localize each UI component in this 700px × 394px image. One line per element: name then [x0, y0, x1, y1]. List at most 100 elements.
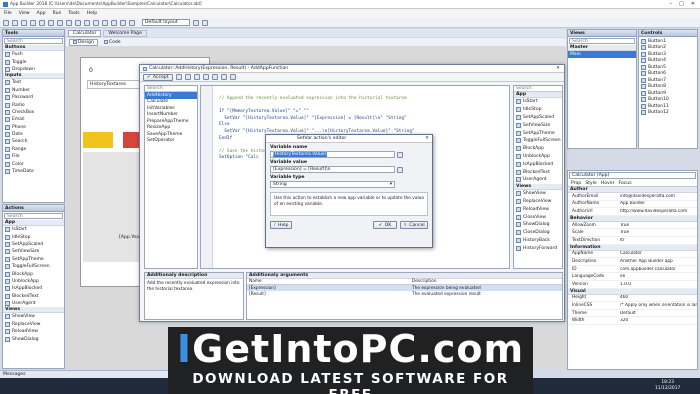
help-icon[interactable]: [102, 19, 108, 26]
editor-action-closedialog[interactable]: CloseDialog: [514, 229, 562, 237]
tool-password[interactable]: Password: [3, 94, 64, 101]
editor-comment-icon[interactable]: [229, 74, 236, 80]
prop-row-authorurl[interactable]: AuthorUrl http://www.davidesperalta.com: [568, 208, 697, 216]
editor-action-blockedtext[interactable]: BlockedText: [514, 168, 562, 176]
menu-run[interactable]: Run: [53, 11, 62, 16]
layout-combo[interactable]: Default layout: [142, 19, 190, 26]
prop-row-width[interactable]: Width 320: [568, 317, 697, 325]
grid-icon[interactable]: [193, 19, 199, 26]
editor-action-togglefullscreen[interactable]: ToggleFullScreen: [514, 137, 562, 145]
doc-tab-calculator[interactable]: Calculator: [68, 29, 102, 37]
design-tab[interactable]: Design: [69, 38, 98, 46]
prop-row-theme[interactable]: Theme Default: [568, 310, 697, 318]
properties-object-select[interactable]: Calculator (App): [569, 172, 696, 179]
editor-undo-icon[interactable]: [175, 74, 182, 80]
zoom-icon[interactable]: [202, 19, 208, 26]
menu-view[interactable]: View: [19, 11, 30, 16]
ok-button[interactable]: ✔ OK: [373, 221, 397, 229]
editor-action-unblockapp[interactable]: UnblockApp: [514, 153, 562, 161]
calc-button-yellow[interactable]: [83, 132, 113, 148]
tool-toggle[interactable]: Toggle: [3, 58, 64, 65]
action-replaceview[interactable]: ReplaceView: [3, 321, 64, 328]
tools-search-input[interactable]: Search: [4, 38, 63, 44]
editor-action-showview[interactable]: ShowView: [514, 190, 562, 198]
prop-row-id[interactable]: ID com.appbuilder.calculator: [568, 266, 697, 274]
var-value-input[interactable]: [Expression] = [Result]\n: [270, 166, 395, 173]
prop-tab-style[interactable]: Style: [585, 181, 597, 186]
action-showview[interactable]: ShowView: [3, 313, 64, 320]
action-togglefullscreen[interactable]: ToggleFullScreen: [3, 263, 64, 270]
tool-file[interactable]: File: [3, 153, 64, 160]
editor-action-reloadview[interactable]: ReloadView: [514, 205, 562, 213]
doc-tab-welcome[interactable]: Welcome Page: [103, 29, 147, 37]
action-setviewsize[interactable]: SetViewSize: [3, 248, 64, 255]
prop-row-height[interactable]: Height 460: [568, 295, 697, 303]
editor-action-showdialog[interactable]: ShowDialog: [514, 221, 562, 229]
close-icon[interactable]: ✕: [691, 1, 695, 7]
menu-file[interactable]: File: [4, 11, 12, 16]
editor-action-setappscaled[interactable]: SetAppScaled: [514, 114, 562, 122]
prop-row-description[interactable]: Description Another App Builder app: [568, 258, 697, 266]
editor-action-setviewsize[interactable]: SetViewSize: [514, 121, 562, 129]
tool-push[interactable]: Push: [3, 51, 64, 58]
actions-search-input[interactable]: Search: [4, 213, 63, 219]
prop-row-inlinecss[interactable]: InlineCSS /* Apply only when orientation …: [568, 302, 697, 310]
editor-action-idlestop[interactable]: IdleStop: [514, 106, 562, 114]
layout-icon[interactable]: [129, 19, 135, 26]
undo-icon[interactable]: [30, 19, 36, 26]
tool-range[interactable]: Range: [3, 146, 64, 153]
prop-tab-focus[interactable]: Focus: [618, 181, 631, 186]
tool-number[interactable]: Number: [3, 87, 64, 94]
var-value-picker-icon[interactable]: [397, 166, 403, 173]
prop-row-version[interactable]: Version 1.0.0: [568, 281, 697, 289]
menu-help[interactable]: Help: [87, 11, 97, 16]
tool-date[interactable]: Date: [3, 131, 64, 138]
function-setoperator[interactable]: SetOperator: [145, 138, 197, 145]
editor-action-isappblocked[interactable]: IsAppBlocked: [514, 160, 562, 168]
messages-bar[interactable]: Messages: [0, 370, 168, 378]
prop-tab-prop[interactable]: Prop: [571, 181, 581, 186]
view-icon[interactable]: [120, 19, 126, 26]
settings-icon[interactable]: [93, 19, 99, 26]
action-isstart[interactable]: IsStart: [3, 226, 64, 233]
control-button12[interactable]: Button12: [639, 110, 697, 117]
editor-action-useragent[interactable]: UserAgent: [514, 176, 562, 184]
prop-row-appname[interactable]: AppName Calculator: [568, 251, 697, 259]
dialog-close-icon[interactable]: ✕: [425, 136, 432, 141]
var-name-input[interactable]: [HistoryTextarea.Value]: [270, 151, 395, 158]
editor-action-closeview[interactable]: CloseView: [514, 213, 562, 221]
tool-search[interactable]: Search: [3, 138, 64, 145]
minimize-icon[interactable]: –: [670, 1, 673, 7]
code-tab[interactable]: Code: [101, 40, 124, 45]
editor-action-setapptheme[interactable]: SetAppTheme: [514, 129, 562, 137]
menu-tools[interactable]: Tools: [68, 11, 79, 16]
editor-copy-icon[interactable]: [202, 74, 209, 80]
editor-redo-icon[interactable]: [184, 74, 191, 80]
action-showdialog[interactable]: ShowDialog: [3, 335, 64, 342]
prop-row-textdirection[interactable]: TextDirection ltr: [568, 237, 697, 245]
prop-tab-hover[interactable]: Hover: [601, 181, 615, 186]
prop-row-allowzoom[interactable]: AllowZoom True: [568, 222, 697, 230]
tray-clock[interactable]: 18:23 11/12/2017: [655, 380, 680, 391]
action-isappblocked[interactable]: IsAppBlocked: [3, 285, 64, 292]
menu-app[interactable]: App: [37, 11, 46, 16]
var-name-picker-icon[interactable]: [397, 151, 403, 158]
editor-close-icon[interactable]: ✕: [556, 66, 564, 71]
display-value[interactable]: 0: [89, 67, 93, 74]
editor-cut-icon[interactable]: [193, 74, 200, 80]
editor-find-icon[interactable]: [220, 74, 227, 80]
tool-color[interactable]: Color: [3, 160, 64, 167]
action-blockapp[interactable]: BlockApp: [3, 270, 64, 277]
editor-action-blockapp[interactable]: BlockApp: [514, 145, 562, 153]
tool-checkbox[interactable]: CheckBox: [3, 109, 64, 116]
argument-row[interactable]: [Result] The evaluated expression result: [247, 291, 562, 297]
action-unblockapp[interactable]: UnblockApp: [3, 278, 64, 285]
prop-row-languagecode[interactable]: LanguageCode en: [568, 273, 697, 281]
tool-email[interactable]: Email: [3, 116, 64, 123]
editor-action-isstart[interactable]: IsStart: [514, 98, 562, 106]
paste-icon[interactable]: [66, 19, 72, 26]
action-setappscaled[interactable]: SetAppScaled: [3, 241, 64, 248]
views-search-input[interactable]: Search: [569, 38, 635, 44]
tool-timedate[interactable]: TimeDate: [3, 168, 64, 175]
prop-row-authoremail[interactable]: AuthorEmail info@davidesperalta.com: [568, 193, 697, 201]
